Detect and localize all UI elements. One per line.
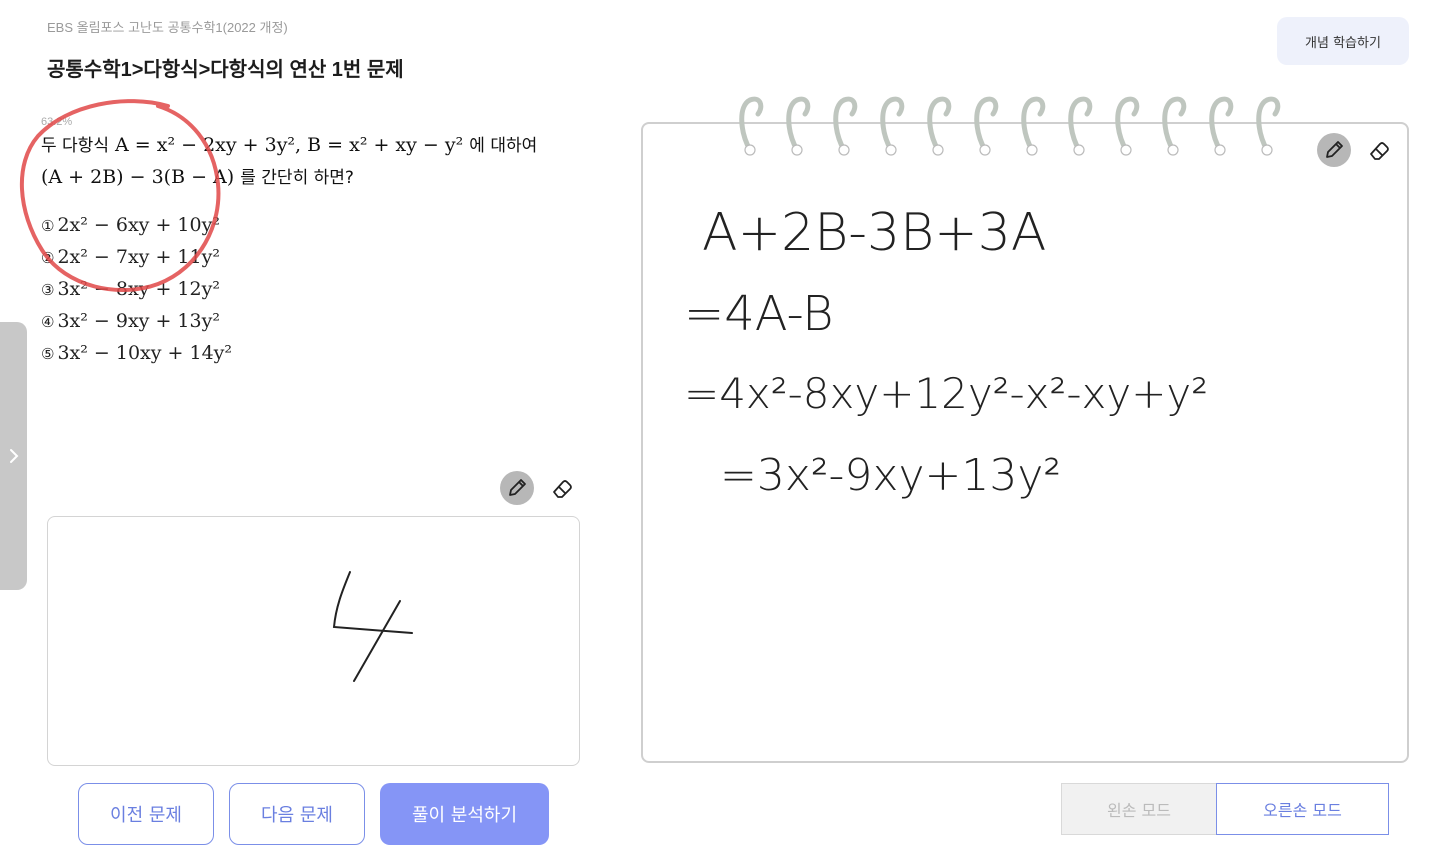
- next-problem-button[interactable]: 다음 문제: [229, 783, 365, 845]
- spiral-ring: [833, 96, 858, 153]
- ring-hole: [1167, 144, 1179, 156]
- spiral-ring: [927, 96, 952, 153]
- ring-hole: [744, 144, 756, 156]
- page-title: 공통수학1>다항식>다항식의 연산 1번 문제: [47, 59, 404, 81]
- spiral-ring: [739, 96, 764, 153]
- chevron-right-icon: [9, 449, 18, 463]
- spiral-ring: [880, 96, 905, 153]
- choice-list: ① 2x² − 6xy + 10y² ② 2x² − 7xy + 11y² ③ 3x²…: [41, 210, 586, 370]
- sidebar-toggle[interactable]: [0, 322, 27, 590]
- choice-expression: 2x² − 7xy + 11y²: [57, 246, 220, 268]
- ring-hole: [979, 144, 991, 156]
- choice-expression: 3x² − 10xy + 14y²: [57, 342, 233, 364]
- choice-item[interactable]: ⑤ 3x² − 10xy + 14y²: [41, 338, 586, 370]
- spiral-ring: [974, 96, 999, 153]
- choice-expression: 2x² − 6xy + 10y²: [57, 214, 220, 236]
- analyze-solution-button[interactable]: 풀이 분석하기: [380, 783, 549, 845]
- left-hand-mode-button[interactable]: 왼손 모드: [1061, 783, 1217, 835]
- choice-item[interactable]: ④ 3x² − 9xy + 13y²: [41, 306, 586, 338]
- scratch-notebook[interactable]: [641, 122, 1409, 763]
- question-prefix: 두 다항식: [41, 136, 109, 156]
- pencil-tool-button[interactable]: [500, 471, 534, 505]
- concept-study-button[interactable]: 개념 학습하기: [1277, 17, 1409, 65]
- notebook-eraser-button[interactable]: [1362, 133, 1396, 167]
- ring-hole: [1073, 144, 1085, 156]
- choice-item[interactable]: ③ 3x² − 8xy + 12y²: [41, 274, 586, 306]
- problem-statement: 63.2% 두 다항식 A = x² − 2xy + 3y², B = x² +…: [41, 116, 586, 370]
- ring-hole: [1261, 144, 1273, 156]
- prev-problem-button[interactable]: 이전 문제: [78, 783, 214, 845]
- ring-hole: [1026, 144, 1038, 156]
- accuracy-rate: 63.2%: [41, 116, 73, 128]
- right-hand-mode-button[interactable]: 오른손 모드: [1216, 783, 1389, 835]
- choice-expression: 3x² − 9xy + 13y²: [57, 310, 220, 332]
- notebook-pencil-button[interactable]: [1317, 133, 1351, 167]
- ring-hole: [1214, 144, 1226, 156]
- choice-number: ③: [41, 281, 55, 299]
- spiral-ring: [786, 96, 811, 153]
- spiral-ring: [1162, 96, 1187, 153]
- choice-expression: 3x² − 8xy + 12y²: [57, 278, 220, 300]
- definition-b: B = x² + xy − y²: [307, 134, 464, 156]
- ring-hole: [1120, 144, 1132, 156]
- choice-number: ②: [41, 249, 55, 267]
- spiral-ring: [1115, 96, 1140, 153]
- choice-number: ①: [41, 217, 55, 235]
- target-expression: (A + 2B) − 3(B − A): [41, 166, 235, 188]
- definition-a: A = x² − 2xy + 3y²: [115, 134, 296, 156]
- pencil-icon: [1326, 141, 1343, 158]
- eraser-icon: [553, 480, 572, 498]
- choice-number: ④: [41, 313, 55, 331]
- choice-number: ⑤: [41, 345, 55, 363]
- spiral-ring: [1209, 96, 1234, 153]
- ring-hole: [932, 144, 944, 156]
- spiral-ring: [1256, 96, 1281, 153]
- eraser-tool-button[interactable]: [545, 471, 579, 505]
- choice-item[interactable]: ① 2x² − 6xy + 10y²: [41, 210, 586, 242]
- pencil-icon: [509, 479, 526, 496]
- question-suffix: 를 간단히 하면?: [240, 168, 354, 188]
- question-text: 두 다항식 A = x² − 2xy + 3y², B = x² + xy − …: [41, 134, 538, 188]
- ring-hole: [838, 144, 850, 156]
- question-mid: 에 대하여: [469, 136, 538, 156]
- choice-item[interactable]: ② 2x² − 7xy + 11y²: [41, 242, 586, 274]
- spiral-ring: [1068, 96, 1093, 153]
- ring-hole: [885, 144, 897, 156]
- textbook-subtitle: EBS 올림포스 고난도 공통수학1(2022 개정): [47, 20, 288, 35]
- eraser-icon: [1370, 142, 1389, 160]
- answer-drawing-pad[interactable]: [47, 516, 580, 766]
- handwritten-answer: [332, 571, 413, 682]
- notebook-spiral-rings: [739, 96, 1281, 156]
- ring-hole: [791, 144, 803, 156]
- spiral-ring: [1021, 96, 1046, 153]
